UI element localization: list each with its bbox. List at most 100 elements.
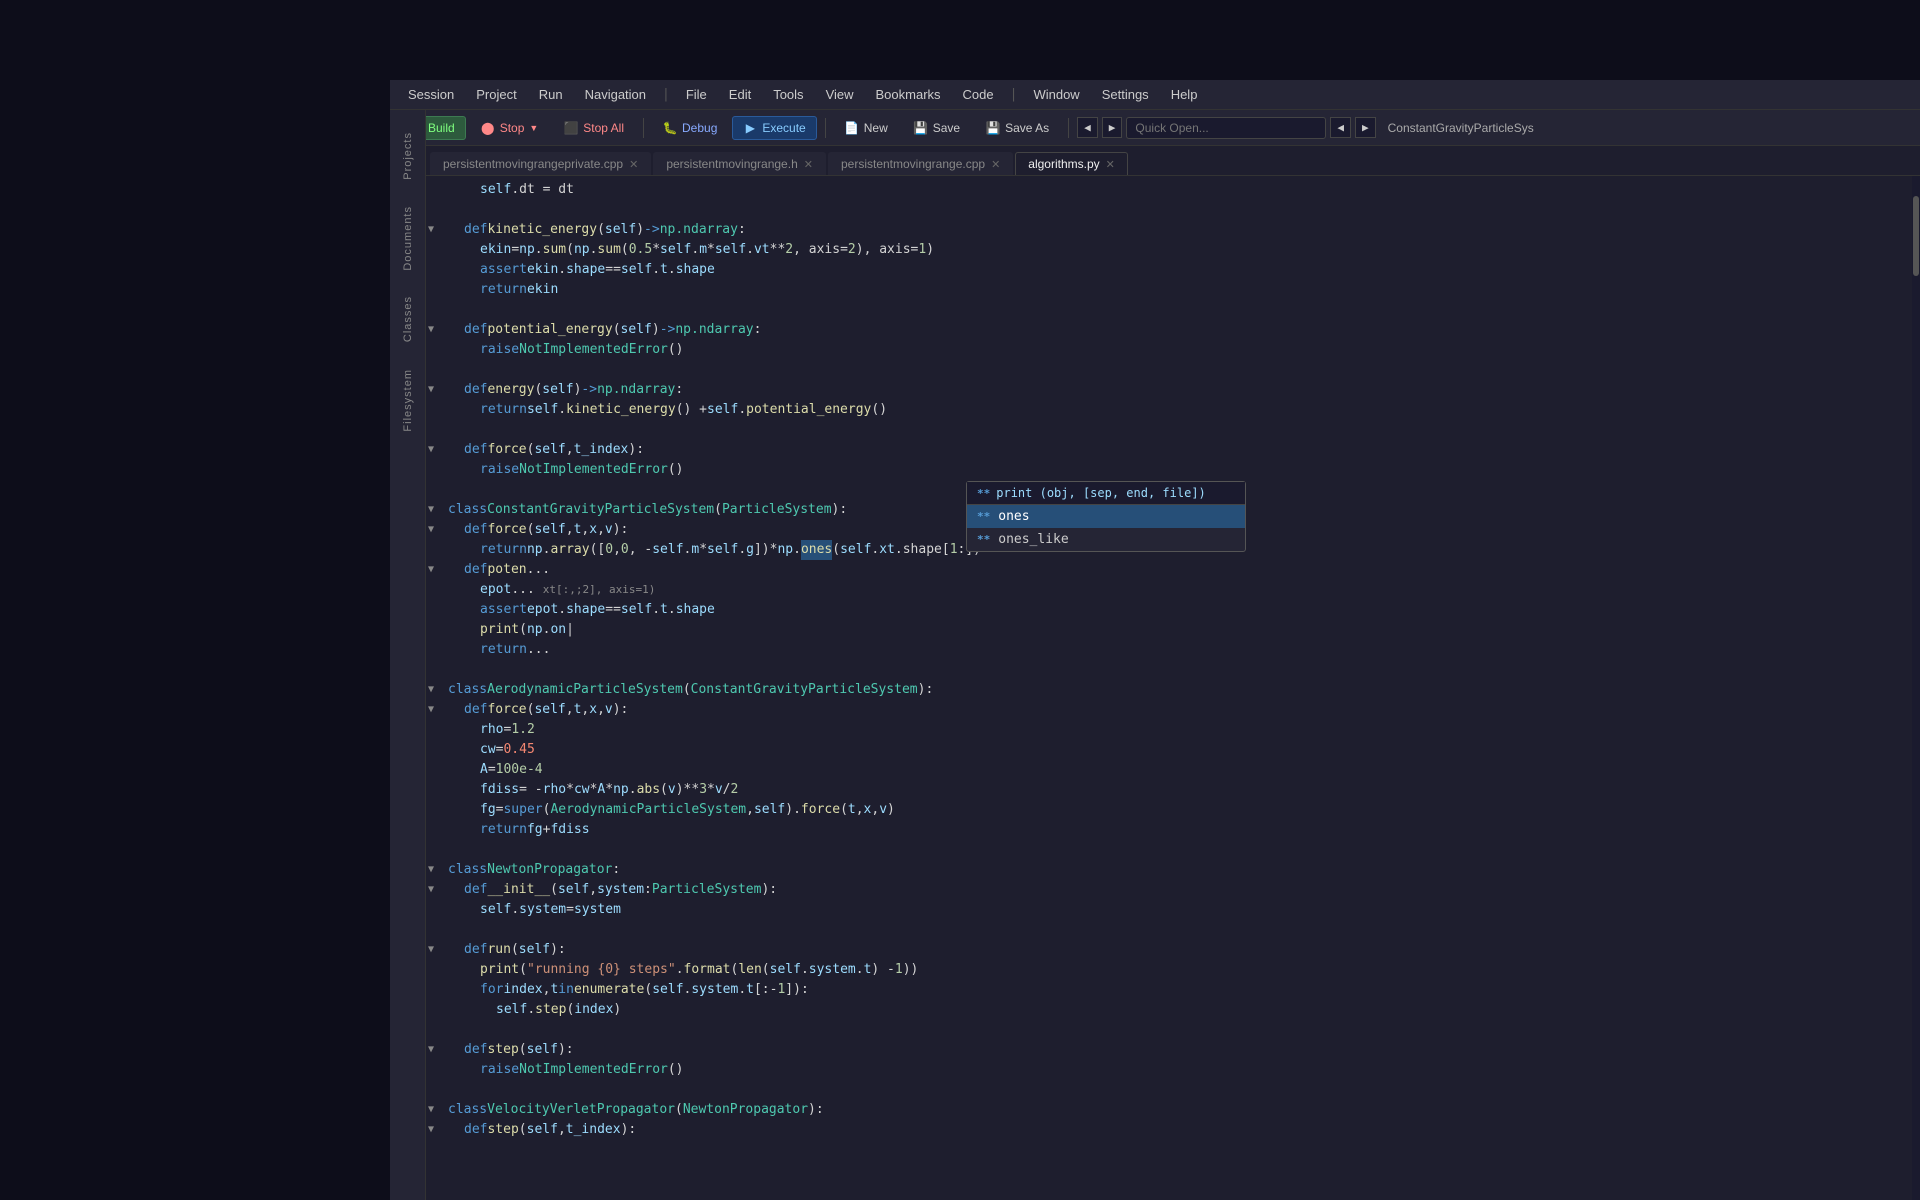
nav-forward-button[interactable]: ▶ (1102, 117, 1123, 138)
nav-back-button[interactable]: ◀ (1077, 117, 1098, 138)
save-button[interactable]: 💾 Save (903, 116, 971, 140)
code-line: ▼ class VelocityVerletPropagator(NewtonP… (440, 1100, 1920, 1120)
code-line: ▼ def kinetic_energy(self) -> np.ndarray… (440, 220, 1920, 240)
stop-label: Stop (500, 121, 525, 135)
code-line: fg = super(AerodynamicParticleSystem, se… (440, 800, 1920, 820)
code-line (440, 920, 1920, 940)
code-line: raise NotImplementedError() (440, 460, 1920, 480)
build-label: Build (428, 121, 455, 135)
fold-arrow[interactable]: ▼ (428, 880, 434, 900)
side-panel-classes[interactable]: Classes (398, 284, 418, 354)
new-icon: 📄 (845, 121, 859, 135)
tab-algorithms-py[interactable]: algorithms.py ✕ (1015, 152, 1128, 175)
menu-sep1: | (658, 87, 674, 102)
save-label: Save (933, 121, 960, 135)
stop-button[interactable]: ⬤ Stop ▼ (470, 116, 550, 140)
execute-button[interactable]: ▶ Execute (732, 116, 816, 140)
code-line: epot ... xt[:,;2], axis=1) (440, 580, 1920, 600)
fold-arrow[interactable]: ▼ (428, 1040, 434, 1060)
tab-close-icon[interactable]: ✕ (1106, 158, 1115, 171)
menu-tools[interactable]: Tools (763, 83, 813, 106)
autocomplete-header-icon: ** (977, 487, 990, 500)
stop-all-button[interactable]: ⬛ Stop All (553, 116, 635, 140)
autocomplete-header-text: print (obj, [sep, end, file]) (996, 486, 1206, 500)
new-button[interactable]: 📄 New (834, 116, 899, 140)
code-editor[interactable]: self.dt = dt ▼ def kinetic_energy(self) … (426, 176, 1920, 1200)
menu-view[interactable]: View (816, 83, 864, 106)
fold-arrow[interactable]: ▼ (428, 1120, 434, 1140)
fold-arrow[interactable]: ▼ (428, 1100, 434, 1120)
code-line: raise NotImplementedError() (440, 340, 1920, 360)
toolbar-sep3 (1068, 118, 1069, 138)
fold-arrow[interactable]: ▼ (428, 680, 434, 700)
side-panel-documents[interactable]: Documents (398, 194, 418, 283)
side-panel-projects[interactable]: Projects (398, 120, 418, 192)
fold-arrow[interactable]: ▼ (428, 380, 434, 400)
execute-icon: ▶ (743, 121, 757, 135)
tab-persistentmovingrangeprivate[interactable]: persistentmovingrangeprivate.cpp ✕ (430, 152, 651, 175)
fold-arrow[interactable]: ▼ (428, 320, 434, 340)
tab-bar: persistentmovingrangeprivate.cpp ✕ persi… (426, 146, 1920, 176)
menu-project[interactable]: Project (466, 83, 526, 106)
fold-arrow[interactable]: ▼ (428, 560, 434, 580)
tab-persistentmovingrange-cpp[interactable]: persistentmovingrange.cpp ✕ (828, 152, 1013, 175)
quick-open-prev[interactable]: ◀ (1330, 117, 1351, 138)
tab-close-icon[interactable]: ✕ (629, 158, 638, 171)
menu-window[interactable]: Window (1023, 83, 1089, 106)
menu-bar: Session Project Run Navigation | File Ed… (390, 80, 1920, 110)
code-line: ▼ def poten... (440, 560, 1920, 580)
toolbar: ▶ Build ⬤ Stop ▼ ⬛ Stop All 🐛 Debug ▶ Ex… (390, 110, 1920, 146)
menu-bookmarks[interactable]: Bookmarks (866, 83, 951, 106)
menu-edit[interactable]: Edit (719, 83, 761, 106)
code-line (440, 200, 1920, 220)
code-line: fdiss = -rho*cw*A * np.abs(v)**3*v / 2 (440, 780, 1920, 800)
autocomplete-item-ones[interactable]: ** ones (967, 505, 1245, 528)
code-line (440, 420, 1920, 440)
code-line: rho = 1.2 (440, 720, 1920, 740)
code-line (440, 1020, 1920, 1040)
save-as-button[interactable]: 💾 Save As (975, 116, 1060, 140)
stop-all-icon: ⬛ (564, 121, 578, 135)
code-line: assert ekin.shape == self.t.shape (440, 260, 1920, 280)
menu-code[interactable]: Code (953, 83, 1004, 106)
menu-navigation[interactable]: Navigation (575, 83, 656, 106)
new-label: New (864, 121, 888, 135)
tab-label: persistentmovingrange.h (666, 157, 797, 171)
debug-button[interactable]: 🐛 Debug (652, 116, 728, 140)
tab-close-icon[interactable]: ✕ (804, 158, 813, 171)
vertical-scrollbar[interactable] (1912, 176, 1920, 1200)
menu-file[interactable]: File (676, 83, 717, 106)
code-line: ▼ def force(self, t_index): (440, 440, 1920, 460)
execute-label: Execute (762, 121, 805, 135)
fold-arrow[interactable]: ▼ (428, 440, 434, 460)
menu-run[interactable]: Run (529, 83, 573, 106)
autocomplete-popup[interactable]: ** print (obj, [sep, end, file]) ** ones… (966, 481, 1246, 552)
stop-dropdown-icon: ▼ (529, 123, 538, 133)
toolbar-sep1 (643, 118, 644, 138)
menu-help[interactable]: Help (1161, 83, 1208, 106)
autocomplete-item-ones-like[interactable]: ** ones_like (967, 528, 1245, 551)
code-line: self.system = system (440, 900, 1920, 920)
fold-arrow[interactable]: ▼ (428, 700, 434, 720)
fold-arrow[interactable]: ▼ (428, 940, 434, 960)
tab-persistentmovingrange-h[interactable]: persistentmovingrange.h ✕ (653, 152, 826, 175)
tab-label: algorithms.py (1028, 157, 1099, 171)
code-content: self.dt = dt ▼ def kinetic_energy(self) … (440, 176, 1920, 1200)
toolbar-sep2 (825, 118, 826, 138)
tab-close-icon[interactable]: ✕ (991, 158, 1000, 171)
fold-arrow[interactable]: ▼ (428, 220, 434, 240)
save-as-label: Save As (1005, 121, 1049, 135)
fold-arrow[interactable]: ▼ (428, 860, 434, 880)
fold-arrow[interactable]: ▼ (428, 520, 434, 540)
code-line: assert epot.shape == self.t.shape (440, 600, 1920, 620)
code-line (440, 300, 1920, 320)
quick-open-next[interactable]: ▶ (1355, 117, 1376, 138)
scrollbar-thumb[interactable] (1913, 196, 1919, 276)
code-line (440, 660, 1920, 680)
code-line: cw = 0.45 (440, 740, 1920, 760)
fold-arrow[interactable]: ▼ (428, 500, 434, 520)
menu-settings[interactable]: Settings (1092, 83, 1159, 106)
side-panel-filesystem[interactable]: Filesystem (398, 357, 418, 444)
quick-open-input[interactable] (1126, 117, 1326, 139)
menu-session[interactable]: Session (398, 83, 464, 106)
